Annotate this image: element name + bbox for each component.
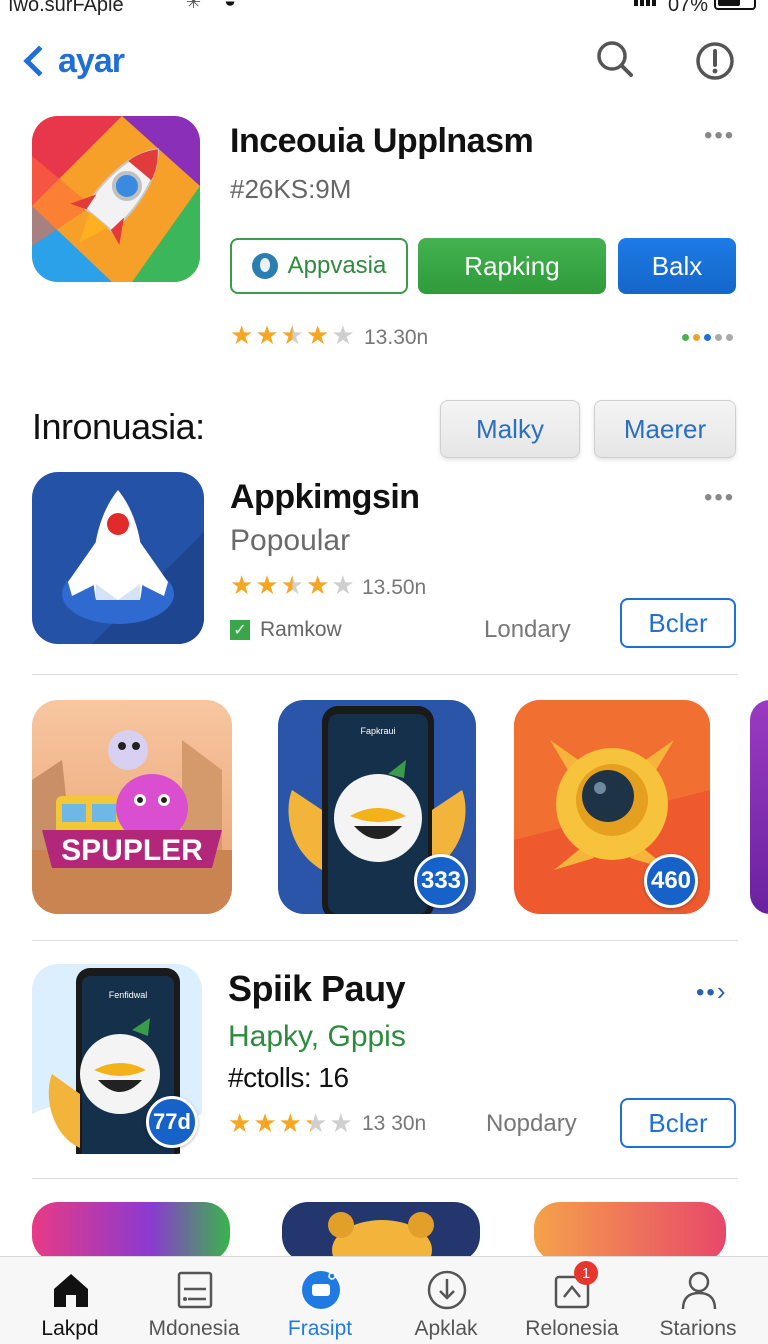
gallery-item-robot[interactable]: 460 xyxy=(514,700,710,914)
wifi-icon: ◒ xyxy=(224,0,237,12)
balx-button[interactable]: Balx xyxy=(618,238,736,294)
section-title: Inronuasia: xyxy=(32,406,205,447)
back-label: ayar xyxy=(58,41,125,80)
back-button[interactable]: ayar xyxy=(18,38,125,84)
next-row-item-2[interactable] xyxy=(282,1202,480,1262)
app1-check-label: Ramkow xyxy=(260,618,342,641)
tab-mdonesia[interactable]: Mdonesia xyxy=(130,1257,258,1344)
app2-count: #ctolls: 16 xyxy=(228,1062,349,1093)
checkmark-icon: ✓ xyxy=(230,620,250,640)
chat-icon xyxy=(302,1271,340,1309)
app2-icon[interactable]: Fenfidwal 77d xyxy=(32,964,202,1154)
appvasia-label: Appvasia xyxy=(287,252,387,279)
tab-label: Lakpd xyxy=(41,1317,99,1340)
gallery-item-phone[interactable]: Fapkraui 333 xyxy=(278,700,476,914)
tab-lakpd[interactable]: Lakpd xyxy=(6,1257,134,1344)
home-icon xyxy=(54,1274,88,1307)
gallery-item-partial[interactable] xyxy=(750,700,768,914)
app1-category: Popoular xyxy=(230,524,351,557)
appvasia-button[interactable]: Appvasia xyxy=(230,238,408,294)
globe-icon xyxy=(251,253,278,279)
person-icon xyxy=(681,1271,717,1310)
tab-label: Apklak xyxy=(414,1317,478,1340)
app2-screen-title: Fenfidwal xyxy=(109,990,148,1000)
hero-rating-stars: ★ ★ ★ ★ ★ xyxy=(230,320,355,350)
app1-check: ✓ Ramkow xyxy=(230,618,342,642)
gallery-banner-text: SPUPLER xyxy=(61,834,203,867)
tab-starions[interactable]: Starions xyxy=(634,1257,762,1344)
phone-screen-title: Fapkraui xyxy=(360,726,395,736)
divider xyxy=(32,940,738,941)
signal-icon xyxy=(634,0,662,10)
gallery-badge: 333 xyxy=(414,854,468,908)
carrier-label: ıwo.surFAple xyxy=(8,0,124,16)
tab-label: Starions xyxy=(659,1317,737,1340)
tab-relonesia[interactable]: 1 Relonesia xyxy=(508,1257,636,1344)
info-button[interactable] xyxy=(694,40,736,82)
rocket-icon xyxy=(32,116,200,282)
malky-button[interactable]: Malky xyxy=(440,400,580,458)
chevron-left-icon xyxy=(23,45,55,77)
notification-badge: 1 xyxy=(574,1261,598,1285)
balx-label: Balx xyxy=(651,250,703,281)
status-bar: ıwo.surFAple ✳ ◒ 07% xyxy=(0,0,768,16)
app1-title: Appkimgsin xyxy=(230,478,420,516)
rapking-label: Rapking xyxy=(464,250,560,281)
tab-label: Frasipt xyxy=(287,1317,353,1340)
hero-app-icon[interactable] xyxy=(32,116,200,282)
app2-rating-count: 13 30n xyxy=(362,1112,427,1135)
tab-bar: Lakpd Mdonesia Frasipt Apklak 1 Relonesi… xyxy=(0,1256,768,1344)
maerer-label: Maerer xyxy=(623,413,707,444)
battery-percent: 07% xyxy=(668,0,709,16)
gallery-badge: 460 xyxy=(644,854,698,908)
app2-title: Spiik Pauy xyxy=(228,968,406,1009)
hero-subtitle: #26KS:9M xyxy=(230,174,352,204)
app2-badge: 77d xyxy=(146,1096,198,1148)
hero-rating-count: 13.30n xyxy=(364,326,429,349)
next-row-item-3[interactable] xyxy=(534,1202,726,1262)
rapking-button[interactable]: Rapking xyxy=(418,238,606,294)
search-button[interactable] xyxy=(594,38,636,80)
gallery-item-spupler[interactable]: SPUPLER xyxy=(32,700,232,914)
page-dots xyxy=(682,334,733,341)
app1-rating-count: 13.50n xyxy=(362,576,427,599)
app2-action-button[interactable]: Bcler xyxy=(620,1098,736,1148)
hero-title: Inceouia Upplnasm xyxy=(230,122,534,160)
info-icon xyxy=(696,42,734,80)
download-icon xyxy=(427,1270,467,1310)
app1-rating-stars: ★ ★ ★ ★ ★ xyxy=(230,570,355,600)
app1-more-button[interactable]: ••• xyxy=(704,484,735,512)
tab-label: Relonesia xyxy=(525,1317,619,1340)
tab-label: Mdonesia xyxy=(148,1317,240,1340)
app1-action-button[interactable]: Bcler xyxy=(620,598,736,648)
app2-rating-stars: ★ ★ ★ ★ ★ xyxy=(228,1108,353,1138)
malky-label: Malky xyxy=(476,413,544,444)
app2-meta: Nopdary xyxy=(486,1110,577,1137)
hero-more-button[interactable]: ••• xyxy=(704,122,735,150)
app1-icon[interactable] xyxy=(32,472,204,644)
app2-more-button[interactable]: ••› xyxy=(696,976,727,1007)
tab-frasipt[interactable]: Frasipt xyxy=(256,1257,384,1344)
maerer-button[interactable]: Maerer xyxy=(594,400,736,458)
app2-action-label: Bcler xyxy=(648,1107,708,1138)
rocket-icon xyxy=(32,472,204,644)
battery-icon xyxy=(714,0,756,10)
next-row-item-1[interactable] xyxy=(32,1202,230,1262)
bluetooth-icon: ✳ xyxy=(186,0,202,12)
divider xyxy=(32,1178,738,1179)
app2-category: Hapky, Gppis xyxy=(228,1020,406,1053)
tab-apklak[interactable]: Apklak xyxy=(382,1257,510,1344)
divider xyxy=(32,674,738,675)
app1-action-label: Bcler xyxy=(648,607,708,638)
document-icon xyxy=(177,1271,213,1309)
game-art-icon: SPUPLER xyxy=(32,700,232,914)
app1-meta: Londary xyxy=(484,616,571,643)
search-icon xyxy=(597,41,633,77)
